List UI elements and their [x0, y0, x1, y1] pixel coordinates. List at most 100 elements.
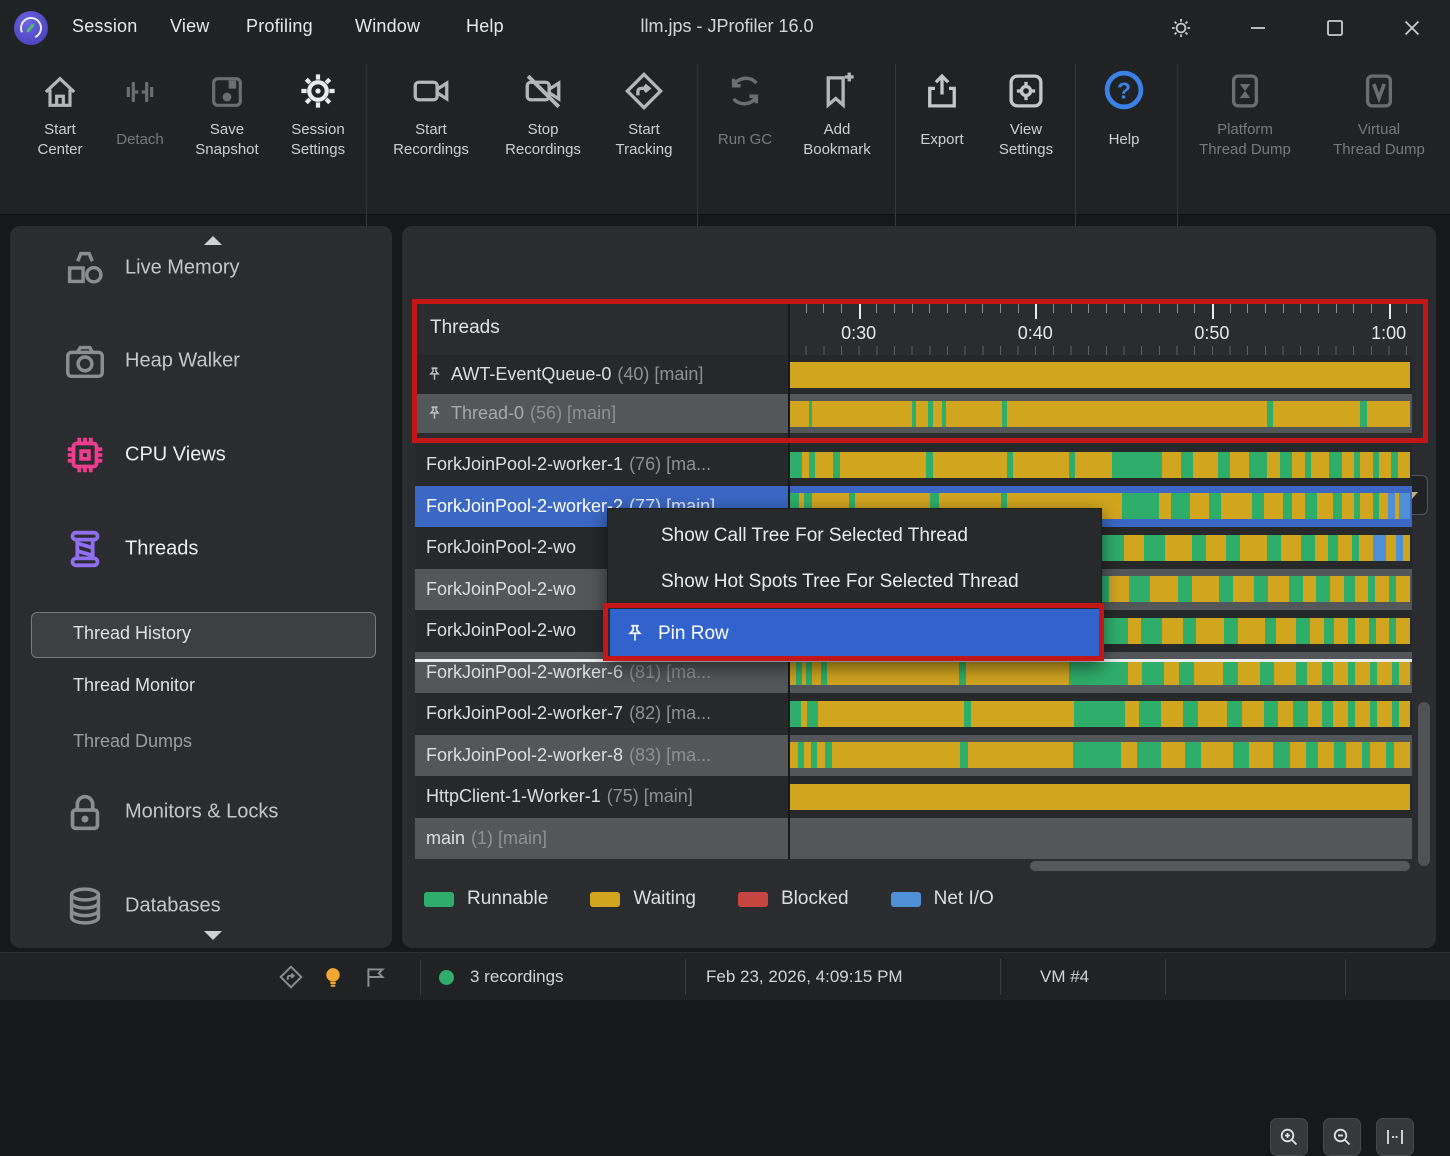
session-settings-button[interactable]: SessionSettings	[258, 66, 378, 164]
recordings-count[interactable]: 3 recordings	[470, 967, 564, 987]
ruler-tick	[1106, 303, 1107, 313]
flag-icon[interactable]	[363, 964, 389, 990]
thread-row-label[interactable]: main(1) [main]	[415, 818, 788, 860]
state-segment	[933, 452, 1007, 478]
state-segment	[1201, 742, 1233, 768]
thread-row-label[interactable]: ForkJoinPool-2-worker-7(82) [ma...	[415, 693, 788, 735]
thread-row-label[interactable]: Thread-0(56) [main]	[415, 394, 788, 433]
zoom-in-button[interactable]	[1270, 1118, 1308, 1156]
thread-timeline-track[interactable]	[788, 444, 1412, 486]
virtual-thread-dump-button[interactable]: VirtualThread Dump	[1319, 66, 1439, 164]
state-segment	[1360, 452, 1372, 478]
sidebar-item-cpu-views[interactable]: CPU Views	[10, 427, 392, 483]
state-segment	[790, 784, 1410, 810]
menu-item-show-call-tree[interactable]: Show Call Tree For Selected Thread	[608, 513, 1103, 559]
state-segment	[1073, 742, 1121, 768]
minimize-button[interactable]	[1244, 14, 1272, 42]
state-segment	[1362, 742, 1370, 768]
sidebar-item-databases[interactable]: Databases	[10, 878, 392, 934]
state-segment	[1316, 576, 1330, 602]
thread-row-label[interactable]: ForkJoinPool-2-worker-1(76) [ma...	[415, 444, 788, 486]
ruler-tick	[1053, 303, 1054, 313]
state-segment	[790, 452, 802, 478]
thread-timeline-track[interactable]	[788, 355, 1412, 394]
thread-row-label[interactable]: AWT-EventQueue-0(40) [main]	[415, 355, 788, 394]
thread-row[interactable]: HttpClient-1-Worker-1(75) [main]	[415, 776, 1412, 818]
sidebar-item-heap-walker[interactable]: Heap Walker	[10, 333, 392, 389]
sidebar-item-thread-monitor[interactable]: Thread Monitor	[10, 669, 392, 705]
tracking-status-icon[interactable]	[278, 964, 304, 990]
thread-row[interactable]: ForkJoinPool-2-worker-1(76) [ma...	[415, 444, 1412, 486]
maximize-button[interactable]	[1321, 14, 1349, 42]
menu-window[interactable]: Window	[355, 16, 420, 37]
fit-to-window-button[interactable]	[1376, 1118, 1414, 1156]
sidebar-item-thread-history[interactable]: Thread History	[10, 612, 392, 658]
thread-row[interactable]: main(1) [main]	[415, 818, 1412, 860]
state-segment	[1342, 493, 1354, 519]
platform-thread-dump-icon	[1185, 66, 1305, 112]
thread-row[interactable]: ForkJoinPool-2-worker-8(83) [ma...	[415, 735, 1412, 777]
state-segment	[1252, 493, 1264, 519]
thread-timeline-track[interactable]	[788, 693, 1412, 735]
vm-selector[interactable]: VM #4	[1040, 967, 1089, 987]
state-segment	[1264, 701, 1279, 727]
start-recordings-button[interactable]: StartRecordings	[371, 66, 491, 164]
state-segment	[1007, 401, 1268, 427]
state-segment	[1162, 452, 1181, 478]
sidebar-item-live-memory[interactable]: Live Memory	[10, 240, 392, 296]
lightbulb-icon[interactable]	[320, 964, 346, 990]
blocked-swatch	[738, 892, 768, 907]
state-segment	[1305, 493, 1317, 519]
state-segment	[1125, 701, 1140, 727]
theme-toggle-icon[interactable]	[1167, 14, 1195, 42]
legend-blocked: Blocked	[738, 888, 849, 910]
thread-row[interactable]: AWT-EventQueue-0(40) [main]	[415, 355, 1412, 394]
start-recordings-label: StartRecordings	[371, 116, 491, 164]
thread-dumps-label: Thread Dumps	[73, 731, 192, 752]
sidebar-item-threads[interactable]: Threads	[10, 521, 392, 577]
sidebar-item-thread-dumps[interactable]: Thread Dumps	[10, 725, 392, 761]
state-segment	[1109, 576, 1130, 602]
state-segment	[1230, 452, 1249, 478]
camera-icon	[62, 338, 108, 384]
pushpin-icon	[426, 365, 443, 384]
close-button[interactable]	[1398, 14, 1426, 42]
menu-help[interactable]: Help	[466, 16, 504, 37]
vertical-scrollbar[interactable]	[1418, 702, 1430, 866]
thread-timeline-track[interactable]	[788, 776, 1412, 818]
menu-item-pin-row[interactable]: Pin Row	[610, 609, 1101, 659]
help-button[interactable]: ? Help	[1064, 66, 1184, 164]
state-segment	[1254, 576, 1268, 602]
state-segment	[966, 659, 1069, 685]
sidebar-item-monitors-locks[interactable]: Monitors & Locks	[10, 784, 392, 840]
cpu-views-label: CPU Views	[125, 444, 226, 467]
state-segment	[959, 659, 966, 685]
state-segment	[1318, 742, 1334, 768]
state-segment	[1179, 659, 1194, 685]
thread-timeline-track[interactable]	[788, 394, 1412, 433]
horizontal-scrollbar[interactable]	[1030, 861, 1410, 871]
pushpin-icon	[426, 404, 443, 423]
thread-state-bar	[790, 362, 1410, 388]
thread-timeline-track[interactable]	[788, 818, 1412, 860]
thread-row-label[interactable]: ForkJoinPool-2-worker-8(83) [ma...	[415, 735, 788, 777]
state-segment	[1240, 535, 1267, 561]
zoom-out-button[interactable]	[1323, 1118, 1361, 1156]
state-segment	[1377, 659, 1392, 685]
thread-timeline-track[interactable]	[788, 735, 1412, 777]
time-ruler: 0:300:400:501:00	[788, 303, 1412, 355]
thread-row-label[interactable]: HttpClient-1-Worker-1(75) [main]	[415, 776, 788, 818]
state-segment	[1394, 742, 1410, 768]
ruler-tick	[1300, 303, 1301, 313]
scroll-down-icon[interactable]	[204, 931, 222, 940]
ruler-tick-label: 0:50	[1194, 323, 1229, 344]
menu-session[interactable]: Session	[72, 16, 137, 37]
thread-row[interactable]: Thread-0(56) [main]	[415, 394, 1412, 433]
platform-thread-dump-button[interactable]: PlatformThread Dump	[1185, 66, 1305, 164]
thread-id-group: (40) [main]	[617, 364, 703, 385]
thread-row[interactable]: ForkJoinPool-2-worker-7(82) [ma...	[415, 693, 1412, 735]
menu-profiling[interactable]: Profiling	[246, 16, 313, 37]
add-bookmark-button[interactable]: AddBookmark	[777, 66, 897, 164]
menu-item-show-hot-spots[interactable]: Show Hot Spots Tree For Selected Thread	[608, 559, 1103, 605]
menu-view[interactable]: View	[170, 16, 210, 37]
